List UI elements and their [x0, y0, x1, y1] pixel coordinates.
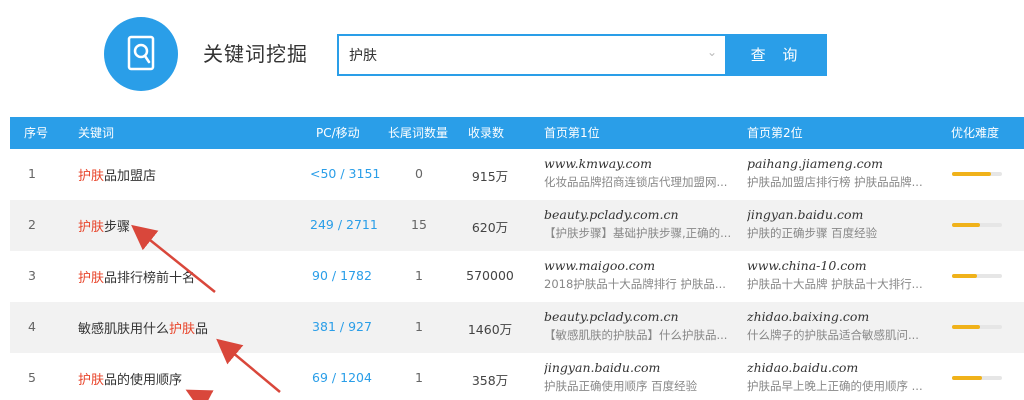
row-longtail-count: 15 [411, 217, 427, 232]
document-search-icon [127, 35, 155, 71]
row-keyword[interactable]: 护肤品加盟店 [78, 165, 156, 184]
rank1-desc: 2018护肤品十大品牌排行 护肤品... [544, 277, 726, 291]
header: 关键词挖掘 ⌄ 查 询 [0, 0, 1024, 118]
rank2-desc: 护肤品早上晚上正确的使用顺序 ... [747, 379, 923, 393]
table-row[interactable]: 2 护肤步骤 249 / 2711 15 620万 beauty.pclady.com.c… [10, 200, 1024, 251]
keyword-suffix: 品排行榜前十名 [104, 271, 196, 286]
rank2-desc: 什么牌子的护肤品适合敏感肌问... [747, 328, 919, 342]
keyword-table: 序号 关键词 PC/移动 长尾词数量 收录数 首页第1位 首页第2位 优化难度 … [10, 117, 1024, 400]
rank1-site[interactable]: beauty.pclady.com.cn [544, 309, 744, 324]
chevron-down-icon[interactable]: ⌄ [707, 45, 717, 59]
row-rank1[interactable]: www.maigoo.com 2018护肤品十大品牌排行 护肤品... [544, 258, 744, 292]
keyword-suffix: 步骤 [104, 220, 131, 235]
difficulty-bar [952, 274, 1002, 278]
row-index: 1 [28, 166, 36, 181]
row-index: 4 [28, 319, 36, 334]
rank2-site[interactable]: paihang.jiameng.com [747, 156, 947, 171]
rank1-site[interactable]: beauty.pclady.com.cn [544, 207, 744, 222]
col-longtail[interactable]: 长尾词数量 [388, 117, 448, 149]
col-index[interactable]: 序号 [24, 117, 48, 149]
row-indexed-count: 570000 [466, 268, 514, 283]
keyword-highlight: 护肤 [78, 271, 105, 286]
rank1-desc: 【敏感肌肤的护肤品】什么护肤品... [544, 328, 728, 342]
keyword-suffix: 品加盟店 [104, 169, 157, 184]
rank2-desc: 护肤品十大品牌 护肤品十大排行... [747, 277, 923, 291]
row-pc-mobile[interactable]: 69 / 1204 [310, 370, 374, 385]
col-keyword[interactable]: 关键词 [78, 117, 114, 149]
row-keyword[interactable]: 敏感肌肤用什么护肤品 [78, 318, 208, 337]
difficulty-fill [952, 223, 980, 227]
row-rank1[interactable]: beauty.pclady.com.cn 【敏感肌肤的护肤品】什么护肤品... [544, 309, 744, 343]
col-difficulty[interactable]: 优化难度 [951, 117, 999, 149]
table-row[interactable]: 4 敏感肌肤用什么护肤品 381 / 927 1 1460万 beauty.pclady.… [10, 302, 1024, 353]
rank1-desc: 化妆品品牌招商连锁店代理加盟网... [544, 175, 728, 189]
row-rank2[interactable]: zhidao.baidu.com 护肤品早上晚上正确的使用顺序 ... [747, 360, 947, 394]
row-longtail-count: 1 [415, 370, 423, 385]
difficulty-bar [952, 172, 1002, 176]
difficulty-bar [952, 223, 1002, 227]
rank2-desc: 护肤的正确步骤 百度经验 [747, 226, 878, 240]
row-rank1[interactable]: beauty.pclady.com.cn 【护肤步骤】基础护肤步骤,正确的... [544, 207, 744, 241]
row-rank2[interactable]: www.china-10.com 护肤品十大品牌 护肤品十大排行... [747, 258, 947, 292]
row-keyword[interactable]: 护肤品排行榜前十名 [78, 267, 195, 286]
difficulty-fill [952, 325, 980, 329]
keyword-highlight: 护肤 [78, 169, 105, 184]
rank2-site[interactable]: zhidao.baidu.com [747, 360, 947, 375]
table-row[interactable]: 5 护肤品的使用顺序 69 / 1204 1 358万 jingyan.baidu.com… [10, 353, 1024, 400]
search-box[interactable]: ⌄ [337, 34, 727, 76]
row-index: 3 [28, 268, 36, 283]
difficulty-fill [952, 376, 982, 380]
page-title: 关键词挖掘 [203, 42, 308, 66]
table-row[interactable]: 3 护肤品排行榜前十名 90 / 1782 1 570000 www.maigoo.com… [10, 251, 1024, 302]
difficulty-bar [952, 325, 1002, 329]
keyword-prefix: 敏感肌肤用什么 [78, 322, 170, 337]
rank2-site[interactable]: jingyan.baidu.com [747, 207, 947, 222]
keyword-highlight: 护肤 [169, 322, 196, 337]
row-rank2[interactable]: zhidao.baixing.com 什么牌子的护肤品适合敏感肌问... [747, 309, 947, 343]
rank1-desc: 【护肤步骤】基础护肤步骤,正确的... [544, 226, 732, 240]
row-longtail-count: 1 [415, 268, 423, 283]
rank1-site[interactable]: jingyan.baidu.com [544, 360, 744, 375]
row-pc-mobile[interactable]: 381 / 927 [310, 319, 374, 334]
search-button[interactable]: 查 询 [727, 34, 827, 76]
table-header: 序号 关键词 PC/移动 长尾词数量 收录数 首页第1位 首页第2位 优化难度 [10, 117, 1024, 149]
difficulty-fill [952, 172, 991, 176]
search-input[interactable] [339, 36, 709, 74]
rank2-site[interactable]: www.china-10.com [747, 258, 947, 273]
rank2-desc: 护肤品加盟店排行榜 护肤品品牌... [747, 175, 923, 189]
keyword-suffix: 品的使用顺序 [104, 373, 183, 388]
keyword-suffix: 品 [195, 322, 209, 337]
row-indexed-count: 358万 [471, 373, 509, 388]
keyword-highlight: 护肤 [78, 220, 105, 235]
col-rank1[interactable]: 首页第1位 [544, 117, 600, 149]
row-index: 5 [28, 370, 36, 385]
row-indexed-count: 620万 [471, 220, 509, 235]
row-longtail-count: 1 [415, 319, 423, 334]
rank1-desc: 护肤品正确使用顺序 百度经验 [544, 379, 698, 393]
row-indexed-count: 1460万 [467, 322, 513, 337]
keyword-highlight: 护肤 [78, 373, 105, 388]
row-keyword[interactable]: 护肤品的使用顺序 [78, 369, 182, 388]
rank1-site[interactable]: www.kmway.com [544, 156, 744, 171]
row-rank1[interactable]: www.kmway.com 化妆品品牌招商连锁店代理加盟网... [544, 156, 744, 190]
rank2-site[interactable]: zhidao.baixing.com [747, 309, 947, 324]
row-pc-mobile[interactable]: <50 / 3151 [310, 166, 380, 181]
rank1-site[interactable]: www.maigoo.com [544, 258, 744, 273]
logo [104, 17, 178, 91]
row-keyword[interactable]: 护肤步骤 [78, 216, 130, 235]
row-rank1[interactable]: jingyan.baidu.com 护肤品正确使用顺序 百度经验 [544, 360, 744, 394]
col-pc-mobile[interactable]: PC/移动 [316, 117, 360, 149]
col-rank2[interactable]: 首页第2位 [747, 117, 803, 149]
difficulty-fill [952, 274, 977, 278]
row-index: 2 [28, 217, 36, 232]
row-pc-mobile[interactable]: 249 / 2711 [310, 217, 378, 232]
difficulty-bar [952, 376, 1002, 380]
row-longtail-count: 0 [415, 166, 423, 181]
col-indexed[interactable]: 收录数 [468, 117, 504, 149]
row-indexed-count: 915万 [471, 169, 509, 184]
row-rank2[interactable]: jingyan.baidu.com 护肤的正确步骤 百度经验 [747, 207, 947, 241]
row-pc-mobile[interactable]: 90 / 1782 [310, 268, 374, 283]
row-rank2[interactable]: paihang.jiameng.com 护肤品加盟店排行榜 护肤品品牌... [747, 156, 947, 190]
table-row[interactable]: 1 护肤品加盟店 <50 / 3151 0 915万 www.kmway.com 化妆品品牌… [10, 149, 1024, 200]
